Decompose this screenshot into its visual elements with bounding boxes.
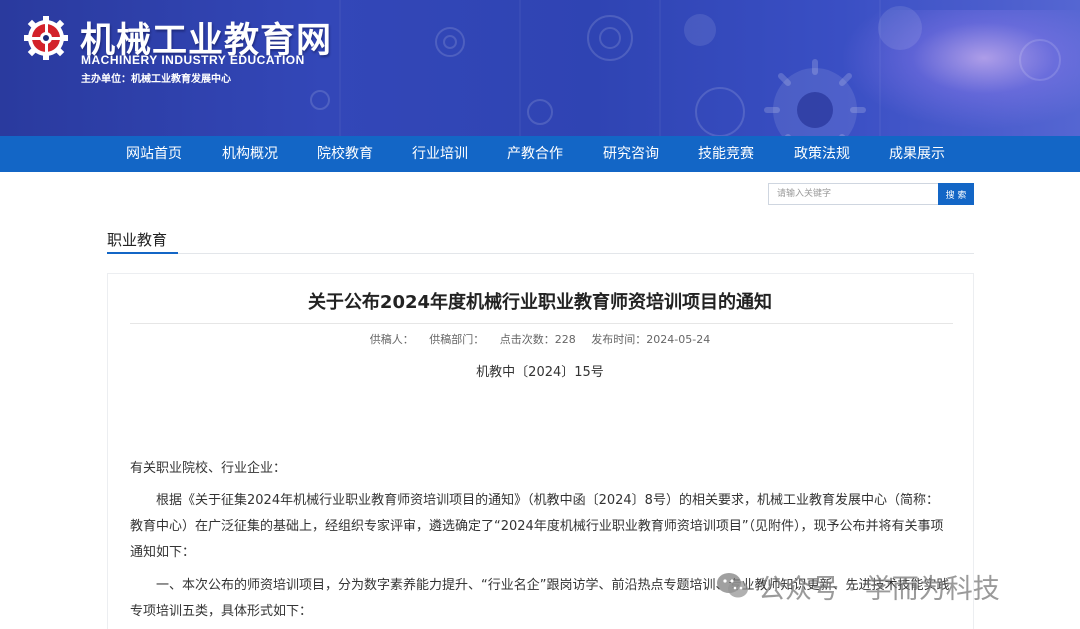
nav-item-industry-training[interactable]: 行业培训	[412, 136, 468, 172]
host-organization: 主办单位：机械工业教育发展中心	[81, 74, 231, 85]
section-title-underline	[107, 252, 178, 254]
nav-item-home[interactable]: 网站首页	[126, 136, 182, 172]
nav-item-college-education[interactable]: 院校教育	[317, 136, 373, 172]
meta-click-count: 点击次数：228	[499, 333, 576, 346]
nav-item-industry-education[interactable]: 产教合作	[507, 136, 563, 172]
meta-department: 供稿部门：	[429, 333, 485, 346]
nav-item-skills-contest[interactable]: 技能竞赛	[698, 136, 754, 172]
nav-item-achievements[interactable]: 成果展示	[889, 136, 945, 172]
site-banner: 机械工业教育网 MACHINERY INDUSTRY EDUCATION 主办单…	[0, 0, 1080, 136]
nav-item-about[interactable]: 机构概况	[222, 136, 278, 172]
section-divider	[107, 253, 974, 254]
article-paragraph: 一、本次公布的师资培训项目，分为数字素养能力提升、“行业名企”跟岗访学、前沿热点…	[130, 578, 950, 619]
site-logo[interactable]	[24, 16, 68, 60]
meta-contributor: 供稿人：	[369, 333, 414, 346]
section-title: 职业教育	[107, 231, 168, 249]
search-button[interactable]: 搜 索	[938, 183, 974, 205]
article-title: 关于公布2024年度机械行业职业教育师资培训项目的通知	[307, 292, 773, 313]
site-name-english: MACHINERY INDUSTRY EDUCATION	[81, 53, 305, 67]
title-divider	[130, 323, 953, 324]
article-addressee: 有关职业院校、行业企业：	[130, 461, 287, 476]
gear-logo-icon	[24, 16, 68, 60]
article-paragraph: 根据《关于征集2024年机械行业职业教育师资培训项目的通知》（机教中函〔2024…	[130, 493, 944, 560]
search-input[interactable]	[768, 183, 938, 205]
nav-item-research[interactable]: 研究咨询	[603, 136, 659, 172]
meta-publish-date: 发布时间：2024-05-24	[591, 333, 711, 346]
article-meta: 供稿人： 供稿部门： 点击次数：228 发布时间：2024-05-24	[0, 331, 1080, 347]
document-number: 机教中〔2024〕15号	[476, 365, 604, 380]
main-nav: 网站首页 机构概况 院校教育 行业培训 产教合作 研究咨询 技能竞赛 政策法规 …	[0, 136, 1080, 172]
nav-item-policy[interactable]: 政策法规	[794, 136, 850, 172]
